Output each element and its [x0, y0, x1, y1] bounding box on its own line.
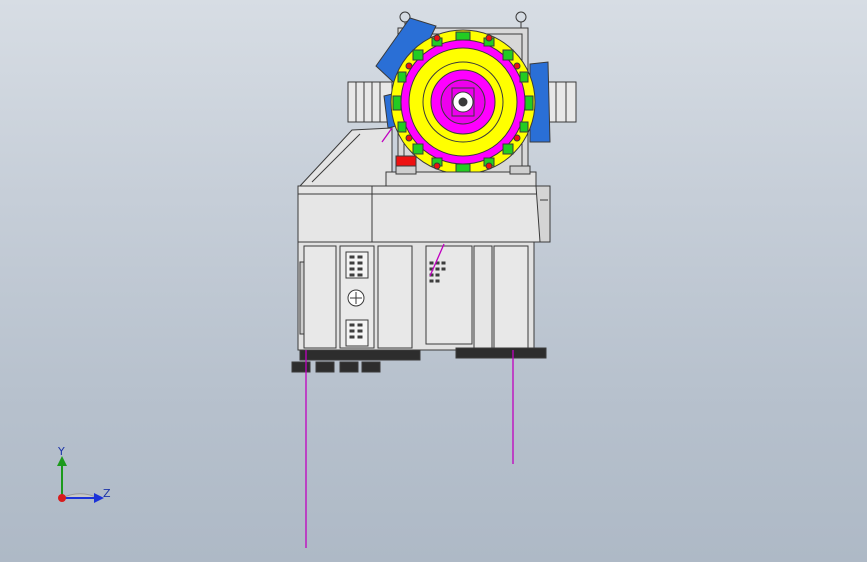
y-axis-label: Y	[57, 445, 65, 458]
lifting-eye-right	[515, 11, 527, 28]
orientation-triad: Y Z	[57, 445, 111, 503]
vent-grille-lower	[345, 319, 369, 347]
support-feet	[291, 347, 547, 373]
z-axis-label: Z	[103, 487, 111, 500]
slanted-housing	[298, 127, 393, 187]
gauge-dial	[347, 289, 365, 307]
vent-grille-upper	[345, 251, 369, 279]
cad-viewport[interactable]: Y Z	[0, 0, 867, 562]
machine-assembly[interactable]	[291, 11, 577, 548]
x-axis-dot-icon	[58, 494, 66, 502]
